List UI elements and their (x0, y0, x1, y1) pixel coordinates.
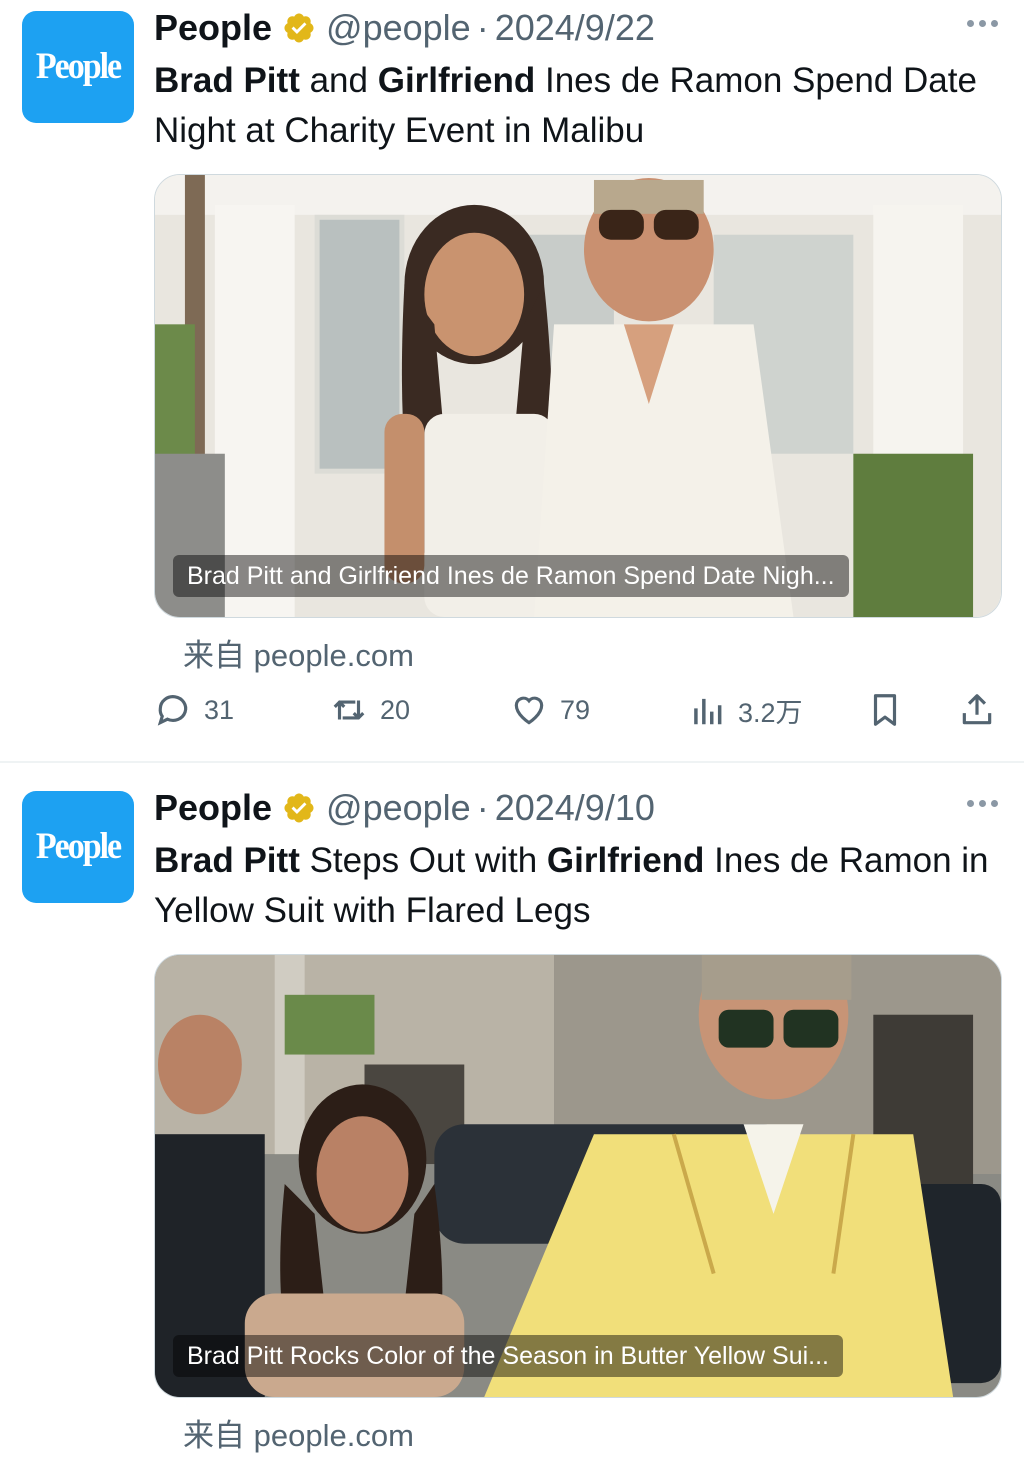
source-domain: people.com (253, 1418, 414, 1453)
views-button[interactable]: 3.2万 (688, 688, 803, 732)
photo-couple-street (155, 955, 1001, 1397)
verified-badge-icon (284, 13, 314, 43)
views-icon (694, 698, 722, 725)
source-prefix: 来自 (183, 638, 245, 674)
link-source[interactable]: 来自 people.com (183, 1410, 414, 1455)
link-source[interactable]: 来自 people.com (183, 630, 414, 675)
action-bar: 31 20 79 3.2万 (154, 688, 1004, 732)
link-card-title: Brad Pitt Rocks Color of the Season in B… (173, 1335, 844, 1377)
heart-icon (514, 696, 544, 725)
like-button[interactable]: 79 (510, 688, 590, 732)
more-icon[interactable] (967, 20, 998, 27)
tweet-date[interactable]: 2024/9/22 (495, 7, 655, 49)
tweet[interactable]: People People @people · 2024/9/22 Brad P… (0, 0, 1024, 762)
link-card-image[interactable]: Brad Pitt and Girlfriend Ines de Ramon S… (154, 174, 1002, 618)
reply-button[interactable]: 31 (154, 688, 234, 732)
link-card-image[interactable]: Brad Pitt Rocks Color of the Season in B… (154, 954, 1002, 1398)
tweet-header: People @people · 2024/9/10 (154, 786, 655, 830)
tweet-date[interactable]: 2024/9/10 (495, 787, 655, 829)
author-name[interactable]: People (154, 787, 272, 829)
tweet-header: People @people · 2024/9/22 (154, 6, 655, 50)
tweet-text: Brad Pitt and Girlfriend Ines de Ramon S… (154, 56, 1004, 156)
author-name[interactable]: People (154, 7, 272, 49)
avatar-logo: People (35, 826, 122, 867)
share-icon (962, 694, 992, 725)
tweet-divider (0, 761, 1024, 763)
text-plain: Steps Out with (299, 841, 547, 880)
source-domain: people.com (253, 638, 414, 673)
retweet-count: 20 (380, 694, 411, 725)
text-bold: Brad Pitt (154, 61, 300, 100)
bookmark-icon (873, 694, 897, 726)
bookmark-button[interactable] (866, 688, 916, 732)
author-handle[interactable]: @people (326, 7, 471, 49)
text-bold: Girlfriend (546, 841, 705, 880)
text-bold: Brad Pitt (154, 841, 300, 880)
like-count: 79 (560, 694, 591, 725)
source-prefix: 来自 (183, 1418, 245, 1454)
views-count: 3.2万 (738, 697, 803, 728)
avatar-logo: People (35, 46, 122, 87)
avatar[interactable]: People (22, 791, 134, 903)
share-button[interactable] (958, 688, 1008, 732)
more-icon[interactable] (967, 800, 998, 807)
text-bold: Girlfriend (377, 61, 536, 100)
retweet-button[interactable]: 20 (330, 688, 410, 732)
verified-badge-icon (284, 793, 314, 823)
reply-count: 31 (204, 694, 235, 725)
separator-dot: · (476, 787, 489, 828)
retweet-icon (333, 700, 365, 720)
text-plain: and (299, 61, 378, 100)
reply-icon (157, 695, 188, 726)
avatar[interactable]: People (22, 11, 134, 123)
photo-couple-at-event (155, 175, 1001, 617)
separator-dot: · (476, 7, 489, 48)
tweet[interactable]: People People @people · 2024/9/10 Brad P… (0, 780, 1024, 1463)
link-card-title: Brad Pitt and Girlfriend Ines de Ramon S… (173, 555, 849, 597)
author-handle[interactable]: @people (326, 787, 471, 829)
tweet-text: Brad Pitt Steps Out with Girlfriend Ines… (154, 836, 1004, 936)
